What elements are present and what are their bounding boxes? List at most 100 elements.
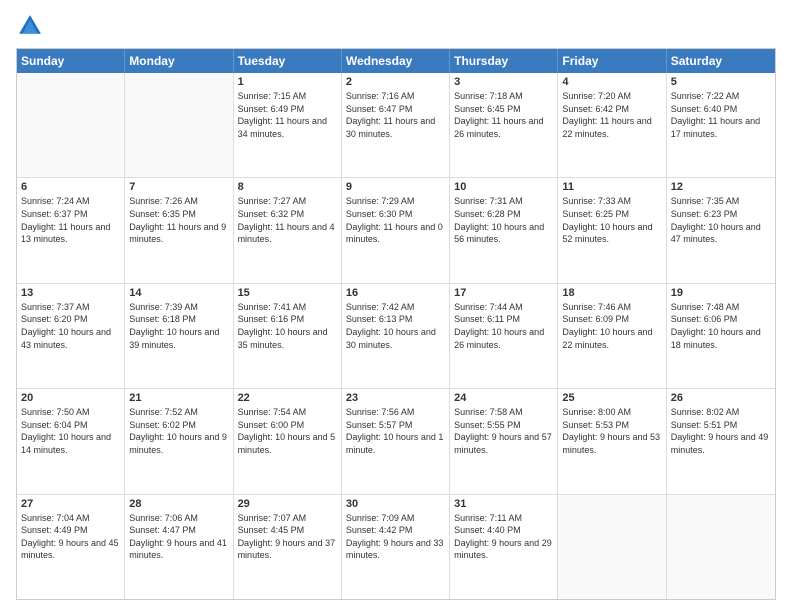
day-info: Sunrise: 7:37 AMSunset: 6:20 PMDaylight:… — [21, 301, 120, 351]
calendar-cell: 26 Sunrise: 8:02 AMSunset: 5:51 PMDayligh… — [667, 389, 775, 493]
day-number: 14 — [129, 287, 228, 299]
calendar-header: SundayMondayTuesdayWednesdayThursdayFrid… — [17, 49, 775, 73]
calendar-cell: 9 Sunrise: 7:29 AMSunset: 6:30 PMDaylight… — [342, 178, 450, 282]
day-number: 15 — [238, 287, 337, 299]
calendar-cell — [558, 495, 666, 599]
calendar-cell: 4Sunrise: 7:20 AMSunset: 6:42 PMDaylight… — [558, 73, 666, 177]
day-info: Sunrise: 7:22 AMSunset: 6:40 PMDaylight:… — [671, 90, 771, 140]
day-number: 21 — [129, 392, 228, 404]
day-number: 13 — [21, 287, 120, 299]
calendar-cell: 25 Sunrise: 8:00 AMSunset: 5:53 PMDayligh… — [558, 389, 666, 493]
day-number: 16 — [346, 287, 445, 299]
day-number: 7 — [129, 181, 228, 193]
calendar-cell: 14 Sunrise: 7:39 AMSunset: 6:18 PMDayligh… — [125, 284, 233, 388]
day-info: Sunrise: 7:35 AMSunset: 6:23 PMDaylight:… — [671, 195, 771, 245]
calendar-cell — [667, 495, 775, 599]
day-info: Sunrise: 7:41 AMSunset: 6:16 PMDaylight:… — [238, 301, 337, 351]
calendar-cell: 11 Sunrise: 7:33 AMSunset: 6:25 PMDayligh… — [558, 178, 666, 282]
day-of-week-wednesday: Wednesday — [342, 49, 450, 73]
day-of-week-thursday: Thursday — [450, 49, 558, 73]
calendar: SundayMondayTuesdayWednesdayThursdayFrid… — [16, 48, 776, 600]
day-info: Sunrise: 7:54 AMSunset: 6:00 PMDaylight:… — [238, 406, 337, 456]
calendar-cell: 7Sunrise: 7:26 AMSunset: 6:35 PMDaylight… — [125, 178, 233, 282]
day-info: Sunrise: 7:11 AMSunset: 4:40 PMDaylight:… — [454, 512, 553, 562]
calendar-cell — [125, 73, 233, 177]
day-info: Sunrise: 7:31 AMSunset: 6:28 PMDaylight:… — [454, 195, 553, 245]
day-number: 1 — [238, 76, 337, 88]
calendar-cell: 3 Sunrise: 7:18 AMSunset: 6:45 PMDaylight… — [450, 73, 558, 177]
day-number: 6 — [21, 181, 120, 193]
page: SundayMondayTuesdayWednesdayThursdayFrid… — [0, 0, 792, 612]
calendar-cell: 20 Sunrise: 7:50 AMSunset: 6:04 PMDayligh… — [17, 389, 125, 493]
calendar-cell: 24 Sunrise: 7:58 AMSunset: 5:55 PMDayligh… — [450, 389, 558, 493]
day-info: Sunrise: 7:58 AMSunset: 5:55 PMDaylight:… — [454, 406, 553, 456]
day-number: 17 — [454, 287, 553, 299]
day-of-week-tuesday: Tuesday — [234, 49, 342, 73]
calendar-row-2: 6 Sunrise: 7:24 AMSunset: 6:37 PMDaylight… — [17, 178, 775, 283]
day-info: Sunrise: 7:56 AMSunset: 5:57 PMDaylight:… — [346, 406, 445, 456]
day-number: 2 — [346, 76, 445, 88]
day-info: Sunrise: 7:27 AMSunset: 6:32 PMDaylight:… — [238, 195, 337, 245]
day-number: 9 — [346, 181, 445, 193]
calendar-row-5: 27 Sunrise: 7:04 AMSunset: 4:49 PMDayligh… — [17, 495, 775, 599]
day-info: Sunrise: 7:29 AMSunset: 6:30 PMDaylight:… — [346, 195, 445, 245]
calendar-cell: 19 Sunrise: 7:48 AMSunset: 6:06 PMDayligh… — [667, 284, 775, 388]
day-number: 22 — [238, 392, 337, 404]
day-of-week-sunday: Sunday — [17, 49, 125, 73]
day-number: 5 — [671, 76, 771, 88]
calendar-cell: 21Sunrise: 7:52 AMSunset: 6:02 PMDayligh… — [125, 389, 233, 493]
calendar-cell: 29Sunrise: 7:07 AMSunset: 4:45 PMDayligh… — [234, 495, 342, 599]
day-info: Sunrise: 7:06 AMSunset: 4:47 PMDaylight:… — [129, 512, 228, 562]
day-number: 10 — [454, 181, 553, 193]
day-info: Sunrise: 7:24 AMSunset: 6:37 PMDaylight:… — [21, 195, 120, 245]
day-number: 31 — [454, 498, 553, 510]
calendar-cell: 1 Sunrise: 7:15 AMSunset: 6:49 PMDaylight… — [234, 73, 342, 177]
day-number: 11 — [562, 181, 661, 193]
day-info: Sunrise: 7:46 AMSunset: 6:09 PMDaylight:… — [562, 301, 661, 351]
header — [16, 12, 776, 40]
calendar-cell: 10 Sunrise: 7:31 AMSunset: 6:28 PMDayligh… — [450, 178, 558, 282]
day-number: 27 — [21, 498, 120, 510]
day-number: 24 — [454, 392, 553, 404]
day-number: 18 — [562, 287, 661, 299]
day-info: Sunrise: 8:00 AMSunset: 5:53 PMDaylight:… — [562, 406, 661, 456]
day-info: Sunrise: 7:09 AMSunset: 4:42 PMDaylight:… — [346, 512, 445, 562]
calendar-cell: 2 Sunrise: 7:16 AMSunset: 6:47 PMDaylight… — [342, 73, 450, 177]
day-info: Sunrise: 7:15 AMSunset: 6:49 PMDaylight:… — [238, 90, 337, 140]
calendar-cell: 15 Sunrise: 7:41 AMSunset: 6:16 PMDayligh… — [234, 284, 342, 388]
calendar-cell: 16 Sunrise: 7:42 AMSunset: 6:13 PMDayligh… — [342, 284, 450, 388]
calendar-cell: 31 Sunrise: 7:11 AMSunset: 4:40 PMDayligh… — [450, 495, 558, 599]
day-number: 12 — [671, 181, 771, 193]
day-info: Sunrise: 7:50 AMSunset: 6:04 PMDaylight:… — [21, 406, 120, 456]
day-number: 3 — [454, 76, 553, 88]
logo-icon — [16, 12, 44, 40]
day-info: Sunrise: 7:44 AMSunset: 6:11 PMDaylight:… — [454, 301, 553, 351]
day-number: 30 — [346, 498, 445, 510]
day-info: Sunrise: 7:07 AMSunset: 4:45 PMDaylight:… — [238, 512, 337, 562]
day-info: Sunrise: 7:20 AMSunset: 6:42 PMDaylight:… — [562, 90, 661, 140]
calendar-cell: 6 Sunrise: 7:24 AMSunset: 6:37 PMDaylight… — [17, 178, 125, 282]
calendar-row-3: 13 Sunrise: 7:37 AMSunset: 6:20 PMDayligh… — [17, 284, 775, 389]
day-number: 23 — [346, 392, 445, 404]
day-info: Sunrise: 7:42 AMSunset: 6:13 PMDaylight:… — [346, 301, 445, 351]
day-number: 20 — [21, 392, 120, 404]
day-info: Sunrise: 7:04 AMSunset: 4:49 PMDaylight:… — [21, 512, 120, 562]
calendar-cell: 18 Sunrise: 7:46 AMSunset: 6:09 PMDayligh… — [558, 284, 666, 388]
calendar-cell: 17 Sunrise: 7:44 AMSunset: 6:11 PMDayligh… — [450, 284, 558, 388]
calendar-cell: 13 Sunrise: 7:37 AMSunset: 6:20 PMDayligh… — [17, 284, 125, 388]
calendar-cell: 30 Sunrise: 7:09 AMSunset: 4:42 PMDayligh… — [342, 495, 450, 599]
day-number: 8 — [238, 181, 337, 193]
day-info: Sunrise: 7:18 AMSunset: 6:45 PMDaylight:… — [454, 90, 553, 140]
calendar-cell: 22 Sunrise: 7:54 AMSunset: 6:00 PMDayligh… — [234, 389, 342, 493]
day-number: 25 — [562, 392, 661, 404]
calendar-cell — [17, 73, 125, 177]
day-number: 19 — [671, 287, 771, 299]
day-of-week-friday: Friday — [558, 49, 666, 73]
calendar-body: 1 Sunrise: 7:15 AMSunset: 6:49 PMDaylight… — [17, 73, 775, 599]
day-info: Sunrise: 7:39 AMSunset: 6:18 PMDaylight:… — [129, 301, 228, 351]
day-number: 26 — [671, 392, 771, 404]
day-info: Sunrise: 7:48 AMSunset: 6:06 PMDaylight:… — [671, 301, 771, 351]
day-info: Sunrise: 7:33 AMSunset: 6:25 PMDaylight:… — [562, 195, 661, 245]
day-info: Sunrise: 7:16 AMSunset: 6:47 PMDaylight:… — [346, 90, 445, 140]
day-info: Sunrise: 8:02 AMSunset: 5:51 PMDaylight:… — [671, 406, 771, 456]
